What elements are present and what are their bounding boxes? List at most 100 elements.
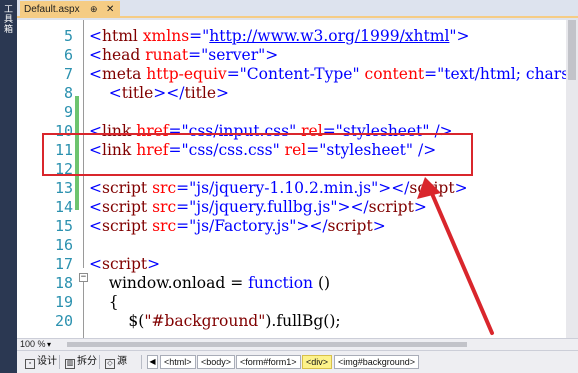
code-line[interactable]: <script src="js/Factory.js"></script> xyxy=(89,217,386,236)
line-number: 7 xyxy=(63,65,73,83)
code-token: =" xyxy=(189,27,210,45)
code-token: script xyxy=(368,198,414,216)
line-number: 8 xyxy=(63,84,73,102)
toolbox-strip[interactable]: 工具箱 xyxy=(0,0,17,373)
pin-icon[interactable]: ⊕ xyxy=(90,1,98,18)
code-token: () xyxy=(313,274,331,292)
code-token: ="text/html; chars xyxy=(424,65,566,83)
highlight-annotation-box xyxy=(42,133,473,176)
collapse-icon[interactable]: − xyxy=(79,273,88,282)
code-token: ="Content-Type" xyxy=(226,65,360,83)
code-token: ="js/jquery.fullbg.js"></ xyxy=(176,198,369,216)
zoom-dropdown-icon[interactable]: ▾ xyxy=(47,339,51,350)
line-number: 15 xyxy=(54,217,73,235)
close-icon[interactable]: ✕ xyxy=(106,1,114,18)
code-token: < xyxy=(89,46,102,64)
code-token: < xyxy=(89,217,102,235)
code-token: > xyxy=(413,198,427,216)
code-token: head xyxy=(102,46,141,64)
code-token: ="js/Factory.js"></ xyxy=(176,217,328,235)
code-line[interactable]: <head runat="server"> xyxy=(89,46,278,65)
code-line[interactable]: { xyxy=(89,293,119,312)
code-token: script xyxy=(102,179,148,197)
code-token: < xyxy=(89,27,102,45)
source-view-button[interactable]: ◇ 源 xyxy=(105,355,127,369)
line-number: 13 xyxy=(54,179,73,197)
line-number: 6 xyxy=(63,46,73,64)
code-line[interactable]: <script src="js/jquery-1.10.2.min.js"></… xyxy=(89,179,468,198)
source-label: 源 xyxy=(117,356,127,367)
code-line[interactable]: <script> xyxy=(89,255,160,274)
code-token: script xyxy=(409,179,455,197)
code-token: title xyxy=(121,84,154,102)
code-token: "> xyxy=(449,27,470,45)
breadcrumb-div[interactable]: <div> xyxy=(302,355,333,369)
design-view-button[interactable]: ▫ 设计 xyxy=(25,355,57,369)
code-token: src xyxy=(152,198,177,216)
code-token: http-equiv xyxy=(146,65,227,83)
zoom-and-hscroll-row: 100 % ▾ xyxy=(17,338,578,350)
code-token: src xyxy=(152,179,177,197)
code-token: > xyxy=(147,255,161,273)
code-token: > xyxy=(454,179,468,197)
code-token: < xyxy=(89,198,102,216)
view-and-breadcrumb-bar: ▫ 设计 ▥ 拆分 ◇ 源 ◀ <html> <body> <form#form1> … xyxy=(17,350,578,373)
breadcrumb-form[interactable]: <form#form1> xyxy=(236,355,301,369)
line-number: 20 xyxy=(54,312,73,330)
split-icon: ▥ xyxy=(65,359,75,369)
line-number: 18 xyxy=(54,274,73,292)
code-token: runat xyxy=(145,46,189,64)
line-number: 14 xyxy=(54,198,73,216)
visual-studio-window: 工具箱 Default.aspx ⊕ ✕ 5 6 7 8 9 10 11 12 13 14 15 16… xyxy=(0,0,578,373)
scrollbar-thumb[interactable] xyxy=(568,20,576,80)
line-number: 5 xyxy=(63,27,73,45)
code-token: xmlns xyxy=(142,27,190,45)
code-token: script xyxy=(102,198,148,216)
code-editor[interactable]: 5 6 7 8 9 10 11 12 13 14 15 16 17 18 19 20 − <html xmln… xyxy=(17,20,566,338)
code-token: script xyxy=(102,217,148,235)
code-line[interactable]: <script src="js/jquery.fullbg.js"></scri… xyxy=(89,198,427,217)
code-text-area[interactable]: <html xmlns="http://www.w3.org/1999/xhtm… xyxy=(89,20,566,338)
code-token: window.onload = xyxy=(89,274,249,292)
code-token: "#background" xyxy=(144,312,266,330)
code-token: < xyxy=(108,84,122,102)
separator xyxy=(59,355,60,369)
toolbox-label[interactable]: 工具箱 xyxy=(2,4,15,34)
code-token: meta xyxy=(102,65,142,83)
tab-default-aspx[interactable]: Default.aspx ⊕ ✕ xyxy=(20,1,120,18)
code-token: $( xyxy=(89,312,145,330)
code-token: title xyxy=(184,84,217,102)
horizontal-scrollbar-thumb[interactable] xyxy=(67,342,467,347)
breadcrumb-html[interactable]: <html> xyxy=(160,355,196,369)
breadcrumb-back-icon[interactable]: ◀ xyxy=(147,355,158,369)
code-token: src xyxy=(152,217,177,235)
code-token: < xyxy=(89,65,102,83)
code-line[interactable]: <html xmlns="http://www.w3.org/1999/xhtm… xyxy=(89,27,470,46)
breadcrumb-body[interactable]: <body> xyxy=(197,355,236,369)
design-label: 设计 xyxy=(37,356,57,367)
vertical-scrollbar[interactable] xyxy=(566,20,578,338)
code-token: ="js/jquery-1.10.2.min.js"></ xyxy=(176,179,410,197)
code-line[interactable]: window.onload = function () xyxy=(89,274,330,293)
code-token: content xyxy=(364,65,425,83)
code-line[interactable]: $("#background").fullBg(); xyxy=(89,312,340,331)
code-line[interactable]: <title></title> xyxy=(89,84,229,103)
source-icon: ◇ xyxy=(105,359,115,369)
design-icon: ▫ xyxy=(25,359,35,369)
outline-fold-margin: − xyxy=(79,20,89,338)
code-token: { xyxy=(89,293,119,311)
split-view-button[interactable]: ▥ 拆分 xyxy=(65,355,97,369)
code-token: script xyxy=(102,255,148,273)
zoom-level[interactable]: 100 % xyxy=(20,339,46,350)
line-number: 16 xyxy=(54,236,73,254)
separator xyxy=(99,355,100,369)
split-label: 拆分 xyxy=(77,356,97,367)
code-token: > xyxy=(372,217,386,235)
breadcrumb-img[interactable]: <img#background> xyxy=(334,355,420,369)
code-line[interactable]: <meta http-equiv="Content-Type" content=… xyxy=(89,65,566,84)
code-token: html xyxy=(102,27,138,45)
code-token: http://www.w3.org/1999/xhtml xyxy=(209,27,450,45)
code-token: < xyxy=(89,179,102,197)
code-token: ></ xyxy=(153,84,185,102)
tab-title: Default.aspx xyxy=(24,4,80,15)
